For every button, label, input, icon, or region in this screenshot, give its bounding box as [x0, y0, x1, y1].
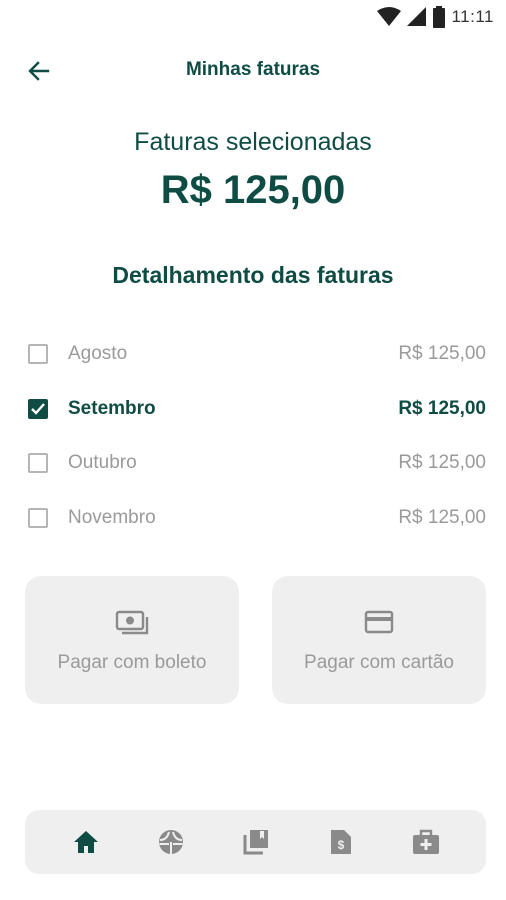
- battery-icon: [433, 6, 446, 28]
- page-title: Minhas faturas: [185, 59, 321, 80]
- nav-library[interactable]: [236, 822, 276, 862]
- invoice-month: Novembro: [68, 506, 156, 528]
- credit-card-icon: [364, 610, 394, 634]
- app-bar: Minhas faturas: [0, 50, 506, 90]
- pay-with-boleto-button[interactable]: Pagar com boleto: [25, 576, 239, 704]
- library-icon: [243, 830, 268, 855]
- details-title: Detalhamento das faturas: [112, 262, 394, 288]
- invoice-value: R$ 125,00: [398, 343, 486, 365]
- invoice-value: R$ 125,00: [398, 397, 486, 419]
- sports-icon: [158, 830, 183, 854]
- nav-sports[interactable]: [151, 822, 191, 862]
- invoice-checkbox[interactable]: [28, 398, 48, 419]
- invoice-checkbox[interactable]: [28, 507, 48, 528]
- selected-invoices-amount: R$ 125,00: [160, 168, 346, 212]
- svg-text:$: $: [337, 838, 344, 852]
- pay-with-boleto-label: Pagar com boleto: [57, 652, 207, 673]
- status-icons: 11:11: [377, 6, 494, 28]
- invoice-month: Outubro: [68, 452, 137, 474]
- nav-home[interactable]: [66, 822, 106, 862]
- signal-icon: [407, 7, 427, 26]
- invoice-month: Agosto: [68, 343, 128, 365]
- invoice-row-setembro[interactable]: Setembro R$ 125,00: [28, 382, 486, 437]
- status-time: 11:11: [451, 7, 494, 26]
- medical-kit-icon: [412, 829, 439, 854]
- selected-invoices-label: Faturas selecionadas: [134, 128, 372, 156]
- invoice-value: R$ 125,00: [398, 506, 486, 528]
- nav-medical[interactable]: [406, 822, 446, 862]
- invoice-row-outubro[interactable]: Outubro R$ 125,00: [28, 436, 486, 491]
- invoice-checkbox[interactable]: [28, 344, 48, 365]
- nav-invoices[interactable]: $: [321, 822, 361, 862]
- invoice-checkbox[interactable]: [28, 453, 48, 474]
- invoice-icon: $: [330, 830, 351, 854]
- pay-with-card-label: Pagar com cartão: [304, 652, 454, 673]
- cash-icon: [115, 610, 149, 635]
- status-bar: 11:11: [0, 0, 506, 34]
- invoice-list: Agosto R$ 125,00 Setembro R$ 125,00 Outu…: [28, 327, 486, 545]
- invoice-month: Setembro: [68, 397, 156, 419]
- invoice-row-novembro[interactable]: Novembro R$ 125,00: [28, 491, 486, 546]
- invoice-value: R$ 125,00: [398, 452, 486, 474]
- wifi-icon: [377, 7, 402, 26]
- home-icon: [73, 831, 98, 853]
- bottom-navigation: $: [25, 810, 486, 874]
- pay-with-card-button[interactable]: Pagar com cartão: [272, 576, 486, 704]
- check-icon: [31, 402, 45, 415]
- invoice-row-agosto[interactable]: Agosto R$ 125,00: [28, 327, 486, 382]
